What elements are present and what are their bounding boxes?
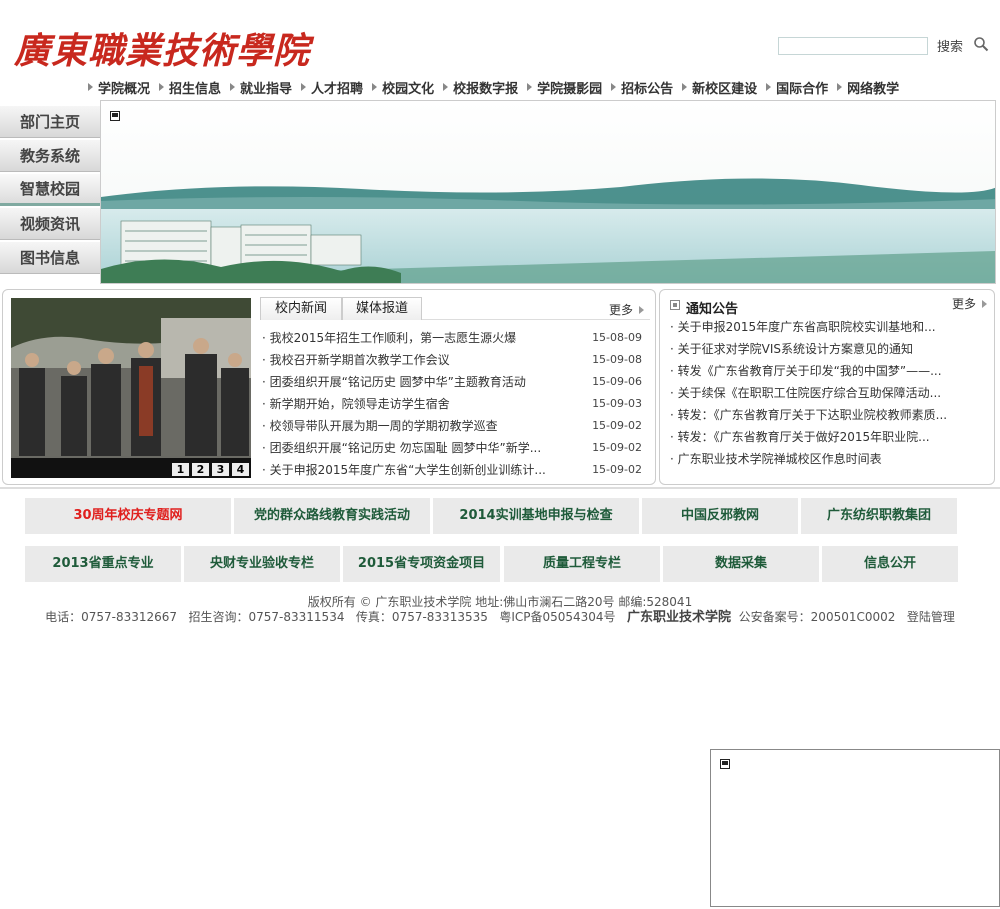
list-item[interactable]: · 我校2015年招生工作顺利，第一志愿生源火爆 15-08-09 <box>262 327 650 349</box>
sidebar-item-department[interactable]: 部门主页 <box>0 106 100 138</box>
sidebar-item-smart-campus[interactable]: 智慧校园 <box>0 174 100 206</box>
link-key-majors[interactable]: 2013省重点专业 <box>25 546 181 582</box>
arrow-right-icon <box>639 306 645 314</box>
footer-police-record: 公安备案号：200501C0002 <box>738 610 896 624</box>
pager-button-2[interactable]: 2 <box>192 463 209 476</box>
nav-item-career[interactable]: 就业指导 <box>230 78 292 97</box>
footer-admission: 招生咨询：0757-83311534 <box>188 610 345 624</box>
footer-icp[interactable]: 粤ICP备05054304号 <box>499 610 615 624</box>
tab-media-reports[interactable]: 媒体报道 <box>342 297 422 320</box>
nav-item-culture[interactable]: 校园文化 <box>372 78 434 97</box>
search-button[interactable]: 搜索 <box>937 36 963 55</box>
list-item[interactable]: · 转发《广东省教育厅关于印发“我的中国梦”——... <box>670 360 990 382</box>
notice-list: · 关于申报2015年度广东省高职院校实训基地和... · 关于征求对学院VIS… <box>670 316 990 470</box>
arrow-right-icon <box>159 83 165 91</box>
arrow-right-icon <box>372 83 378 91</box>
tab-campus-news[interactable]: 校内新闻 <box>260 297 342 320</box>
sidebar-item-academic-system[interactable]: 教务系统 <box>0 140 100 172</box>
nav-item-new-campus[interactable]: 新校区建设 <box>682 78 757 97</box>
arrow-right-icon <box>766 83 772 91</box>
footer-fax: 传真：0757-83313535 <box>355 610 488 624</box>
notice-panel: 通知公告 更多 · 关于申报2015年度广东省高职院校实训基地和... · 关于… <box>659 289 995 485</box>
side-navigation: 部门主页 教务系统 智慧校园 视频资讯 图书信息 <box>0 106 100 276</box>
arrow-right-icon <box>88 83 93 91</box>
photo-pager: 1 2 3 4 <box>169 463 249 476</box>
footer-school-name: 广东职业技术学院 <box>627 610 732 625</box>
search-input[interactable] <box>778 37 928 55</box>
list-item[interactable]: · 校领导带队开展为期一周的学期初教学巡查 15-09-02 <box>262 415 650 437</box>
sidebar-item-library[interactable]: 图书信息 <box>0 242 100 274</box>
list-item[interactable]: · 关于申报2015年度广东省高职院校实训基地和... <box>670 316 990 338</box>
arrow-right-icon <box>443 83 449 91</box>
nav-item-recruit[interactable]: 人才招聘 <box>301 78 363 97</box>
news-photo-image <box>11 298 251 478</box>
nav-item-admission[interactable]: 招生信息 <box>159 78 221 97</box>
campus-banner <box>100 100 996 284</box>
link-special-fund[interactable]: 2015省专项资金项目 <box>343 546 500 582</box>
notice-icon <box>670 300 680 310</box>
floating-window[interactable] <box>710 749 1000 907</box>
link-data-collection[interactable]: 数据采集 <box>663 546 819 582</box>
banner-indicator-icon <box>110 111 120 121</box>
link-mass-line[interactable]: 党的群众路线教育实践活动 <box>234 498 430 534</box>
pager-button-4[interactable]: 4 <box>232 463 249 476</box>
list-item[interactable]: · 关于续保《在职职工住院医疗综合互助保障活动... <box>670 382 990 404</box>
nav-item-digital-paper[interactable]: 校报数字报 <box>443 78 518 97</box>
nav-item-international[interactable]: 国际合作 <box>766 78 828 97</box>
arrow-right-icon <box>301 83 307 91</box>
list-item[interactable]: · 广东职业技术学院禅城校区作息时间表 <box>670 448 990 470</box>
link-textile-group[interactable]: 广东纺织职教集团 <box>801 498 957 534</box>
list-item[interactable]: · 团委组织开展“铭记历史 圆梦中华”主题教育活动 15-09-06 <box>262 371 650 393</box>
link-anniversary[interactable]: 30周年校庆专题网 <box>25 498 231 534</box>
nav-item-photo[interactable]: 学院摄影园 <box>527 78 602 97</box>
news-tabs: 校内新闻 媒体报道 <box>260 297 650 320</box>
nav-item-about[interactable]: 学院概况 <box>88 78 150 97</box>
pager-button-3[interactable]: 3 <box>212 463 229 476</box>
list-item[interactable]: · 关于申报2015年度广东省“大学生创新创业训练计... 15-09-02 <box>262 459 650 481</box>
list-item[interactable]: · 我校召开新学期首次教学工作会议 15-09-08 <box>262 349 650 371</box>
nav-item-bidding[interactable]: 招标公告 <box>611 78 673 97</box>
sidebar-item-video[interactable]: 视频资讯 <box>0 208 100 240</box>
link-quality-project[interactable]: 质量工程专栏 <box>504 546 660 582</box>
arrow-right-icon <box>230 83 236 91</box>
arrow-right-icon <box>837 83 843 91</box>
link-training-base[interactable]: 2014实训基地申报与检查 <box>433 498 639 534</box>
list-item[interactable]: · 团委组织开展“铭记历史 勿忘国耻 圆梦中华”新学... 15-09-02 <box>262 437 650 459</box>
arrow-right-icon <box>982 300 988 308</box>
list-item[interactable]: · 关于征求对学院VIS系统设计方案意见的通知 <box>670 338 990 360</box>
news-panel: 1 2 3 4 校内新闻 媒体报道 更多 · 我校2015年招生工作顺利，第一志… <box>2 289 656 485</box>
divider <box>0 487 1000 489</box>
nav-item-online-teaching[interactable]: 网络教学 <box>837 78 899 97</box>
login-link[interactable]: 登陆管理 <box>907 610 955 624</box>
footer-phone: 电话：0757-83312667 <box>45 610 178 624</box>
top-navigation: 学院概况 招生信息 就业指导 人才招聘 校园文化 校报数字报 学院摄影园 招标公… <box>88 78 908 97</box>
list-item[interactable]: · 转发：《广东省教育厅关于做好2015年职业院... <box>670 426 990 448</box>
search-icon[interactable] <box>973 36 989 52</box>
link-anti-cult[interactable]: 中国反邪教网 <box>642 498 798 534</box>
arrow-right-icon <box>682 83 688 91</box>
list-item[interactable]: · 新学期开始，院领导走访学生宿舍 15-09-03 <box>262 393 650 415</box>
notice-more-link[interactable]: 更多 <box>952 295 988 312</box>
floating-window-icon <box>720 759 730 769</box>
link-info-disclosure[interactable]: 信息公开 <box>822 546 958 582</box>
notice-title: 通知公告 <box>686 302 739 317</box>
arrow-right-icon <box>611 83 617 91</box>
site-logo[interactable]: 廣東職業技術學院 <box>14 22 310 74</box>
news-photo[interactable]: 1 2 3 4 <box>11 298 251 478</box>
news-more-link[interactable]: 更多 <box>609 301 645 318</box>
list-item[interactable]: · 转发：《广东省教育厅关于下达职业院校教师素质... <box>670 404 990 426</box>
campus-banner-image <box>101 101 995 283</box>
footer-contact: 电话：0757-83312667 招生咨询：0757-83311534 传真：0… <box>0 606 1000 625</box>
pager-button-1[interactable]: 1 <box>172 463 189 476</box>
link-central-finance[interactable]: 央财专业验收专栏 <box>184 546 340 582</box>
news-list: · 我校2015年招生工作顺利，第一志愿生源火爆 15-08-09 · 我校召开新… <box>262 327 650 481</box>
arrow-right-icon <box>527 83 533 91</box>
